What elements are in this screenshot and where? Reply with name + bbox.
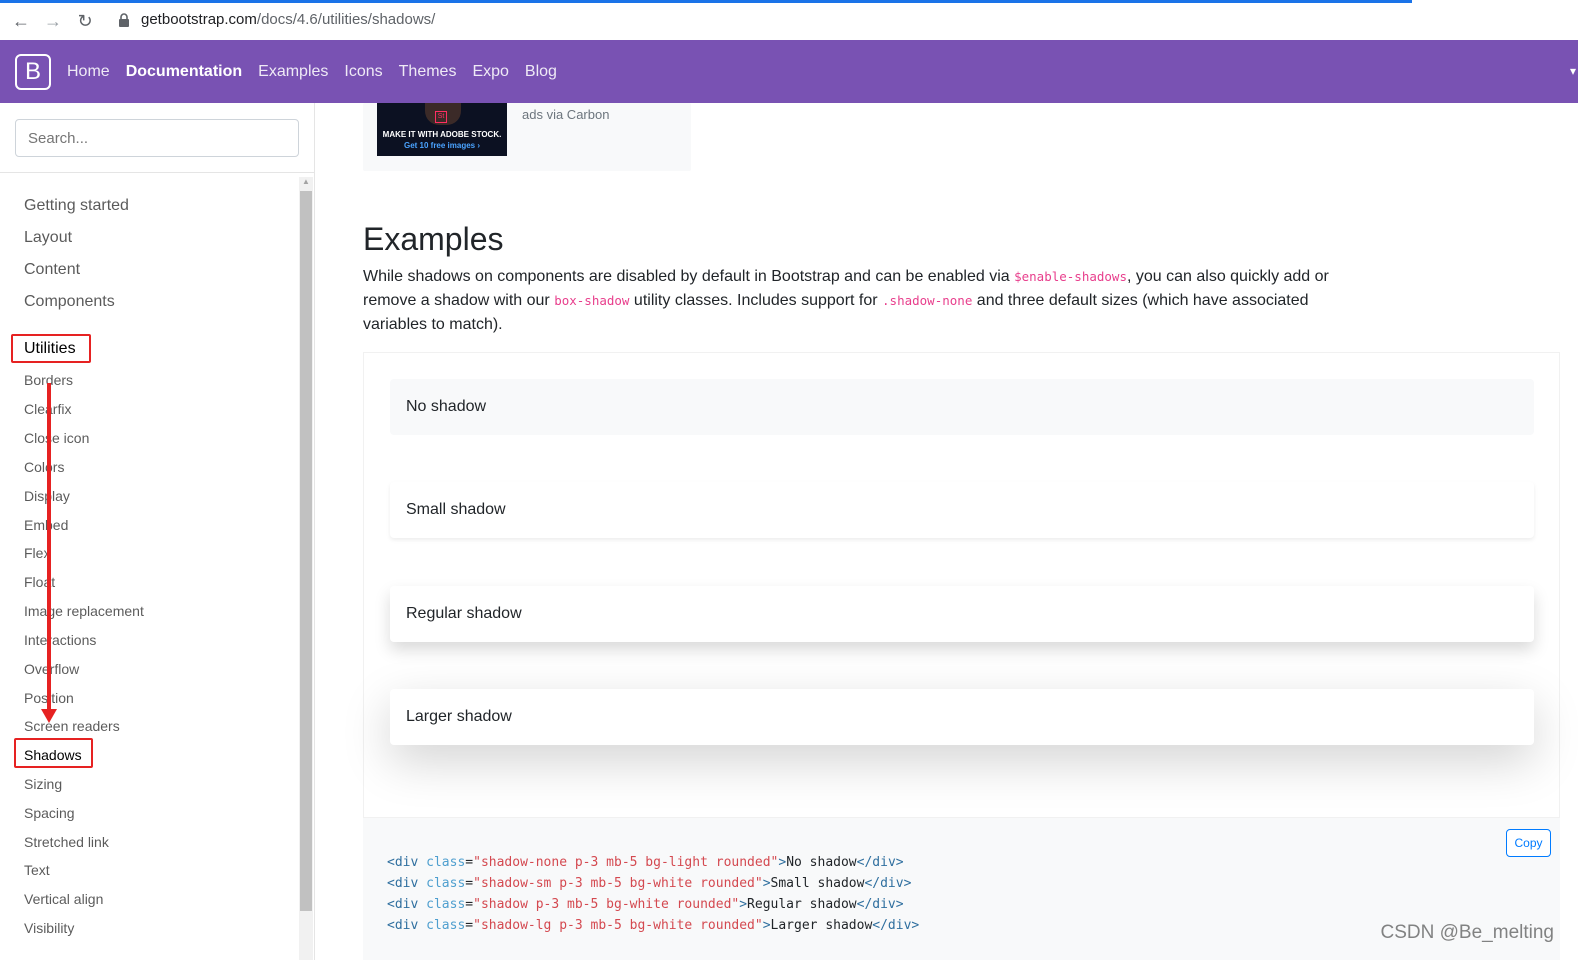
nav-blog[interactable]: Blog	[525, 63, 557, 81]
sidebar-item-interactions[interactable]: Interactions	[24, 632, 96, 648]
sidebar-item-colors[interactable]: Colors	[24, 459, 64, 475]
sidebar-item-sizing[interactable]: Sizing	[24, 776, 62, 792]
search-input[interactable]	[15, 119, 299, 157]
code-line: <div class="shadow-sm p-3 mb-5 bg-white …	[387, 876, 912, 891]
sidebar-item-visibility[interactable]: Visibility	[24, 920, 74, 936]
example-larger-shadow: Larger shadow	[390, 689, 1534, 745]
forward-arrow-icon[interactable]: →	[42, 10, 64, 32]
reload-icon[interactable]: ↻	[74, 10, 96, 32]
sidebar-item-image-replacement[interactable]: Image replacement	[24, 603, 144, 619]
ad-image[interactable]: St MAKE IT WITH ADOBE STOCK. Get 10 free…	[377, 103, 507, 156]
address-bar[interactable]: getbootstrap.com/docs/4.6/utilities/shad…	[141, 11, 435, 28]
ad-cta: Get 10 free images ›	[403, 141, 481, 150]
annotation-arrow-line	[47, 383, 51, 711]
carbon-ad[interactable]: St MAKE IT WITH ADOBE STOCK. Get 10 free…	[363, 103, 691, 171]
copy-button[interactable]: Copy	[1506, 829, 1551, 857]
example-regular-shadow: Regular shadow	[390, 586, 1534, 642]
page-load-progress	[0, 0, 1412, 3]
sidebar-item-close-icon[interactable]: Close icon	[24, 430, 89, 446]
url-path: /docs/4.6/utilities/shadows/	[256, 11, 436, 28]
ad-headline: MAKE IT WITH ADOBE STOCK.	[382, 130, 502, 139]
sidebar-item-text[interactable]: Text	[24, 862, 50, 878]
code-line: <div class="shadow-lg p-3 mb-5 bg-white …	[387, 918, 920, 933]
section-heading: Examples	[363, 221, 504, 257]
chevron-down-icon[interactable]: ▾	[1570, 64, 1576, 78]
nav-documentation[interactable]: Documentation	[126, 63, 242, 81]
sidebar-item-overflow[interactable]: Overflow	[24, 661, 79, 677]
sidebar-scrollbar[interactable]: ▲	[299, 177, 313, 960]
sidebar-section-components[interactable]: Components	[24, 293, 115, 311]
bootstrap-logo[interactable]: B	[15, 54, 51, 90]
sidebar-section-layout[interactable]: Layout	[24, 229, 72, 247]
sidebar-item-screen-readers[interactable]: Screen readers	[24, 718, 120, 734]
scrollbar-thumb[interactable]	[300, 191, 312, 911]
navbar-links: Home Documentation Examples Icons Themes…	[67, 40, 557, 103]
url-host: getbootstrap.com	[141, 11, 257, 28]
adobe-stock-logo: St	[435, 111, 447, 123]
nav-examples[interactable]: Examples	[258, 63, 328, 81]
sidebar-section-getting-started[interactable]: Getting started	[24, 197, 129, 215]
section-description: While shadows on components are disabled…	[363, 268, 1329, 333]
lock-icon	[119, 13, 129, 27]
example-small-shadow: Small shadow	[390, 482, 1534, 538]
code-line: <div class="shadow-none p-3 mb-5 bg-ligh…	[387, 855, 904, 870]
code-box-shadow: box-shadow	[554, 293, 630, 308]
browser-toolbar: ← → ↻ getbootstrap.com/docs/4.6/utilitie…	[0, 0, 1578, 40]
example-no-shadow: No shadow	[390, 379, 1534, 435]
code-enable-shadows: $enable-shadows	[1014, 269, 1127, 284]
code-shadow-none: .shadow-none	[882, 293, 973, 308]
code-line: <div class="shadow p-3 mb-5 bg-white rou…	[387, 897, 904, 912]
back-arrow-icon[interactable]: ←	[10, 10, 32, 32]
example-preview: No shadow Small shadow Regular shadow La…	[363, 352, 1560, 818]
annotation-arrow-head-icon	[41, 709, 57, 723]
nav-home[interactable]: Home	[67, 63, 110, 81]
sidebar-section-content[interactable]: Content	[24, 261, 80, 279]
nav-icons[interactable]: Icons	[344, 63, 382, 81]
annotation-box-shadows	[14, 738, 93, 768]
nav-themes[interactable]: Themes	[399, 63, 457, 81]
nav-expo[interactable]: Expo	[472, 63, 508, 81]
search-area	[0, 103, 314, 173]
ad-credit-link[interactable]: ads via Carbon	[522, 107, 609, 122]
scroll-up-icon[interactable]: ▲	[301, 177, 311, 189]
site-navbar: B Home Documentation Examples Icons Them…	[0, 40, 1578, 103]
sidebar-item-vertical-align[interactable]: Vertical align	[24, 891, 103, 907]
sidebar-item-stretched-link[interactable]: Stretched link	[24, 834, 109, 850]
annotation-box-utilities	[11, 334, 91, 363]
csdn-watermark: CSDN @Be_melting	[1380, 922, 1554, 943]
sidebar-item-spacing[interactable]: Spacing	[24, 805, 75, 821]
